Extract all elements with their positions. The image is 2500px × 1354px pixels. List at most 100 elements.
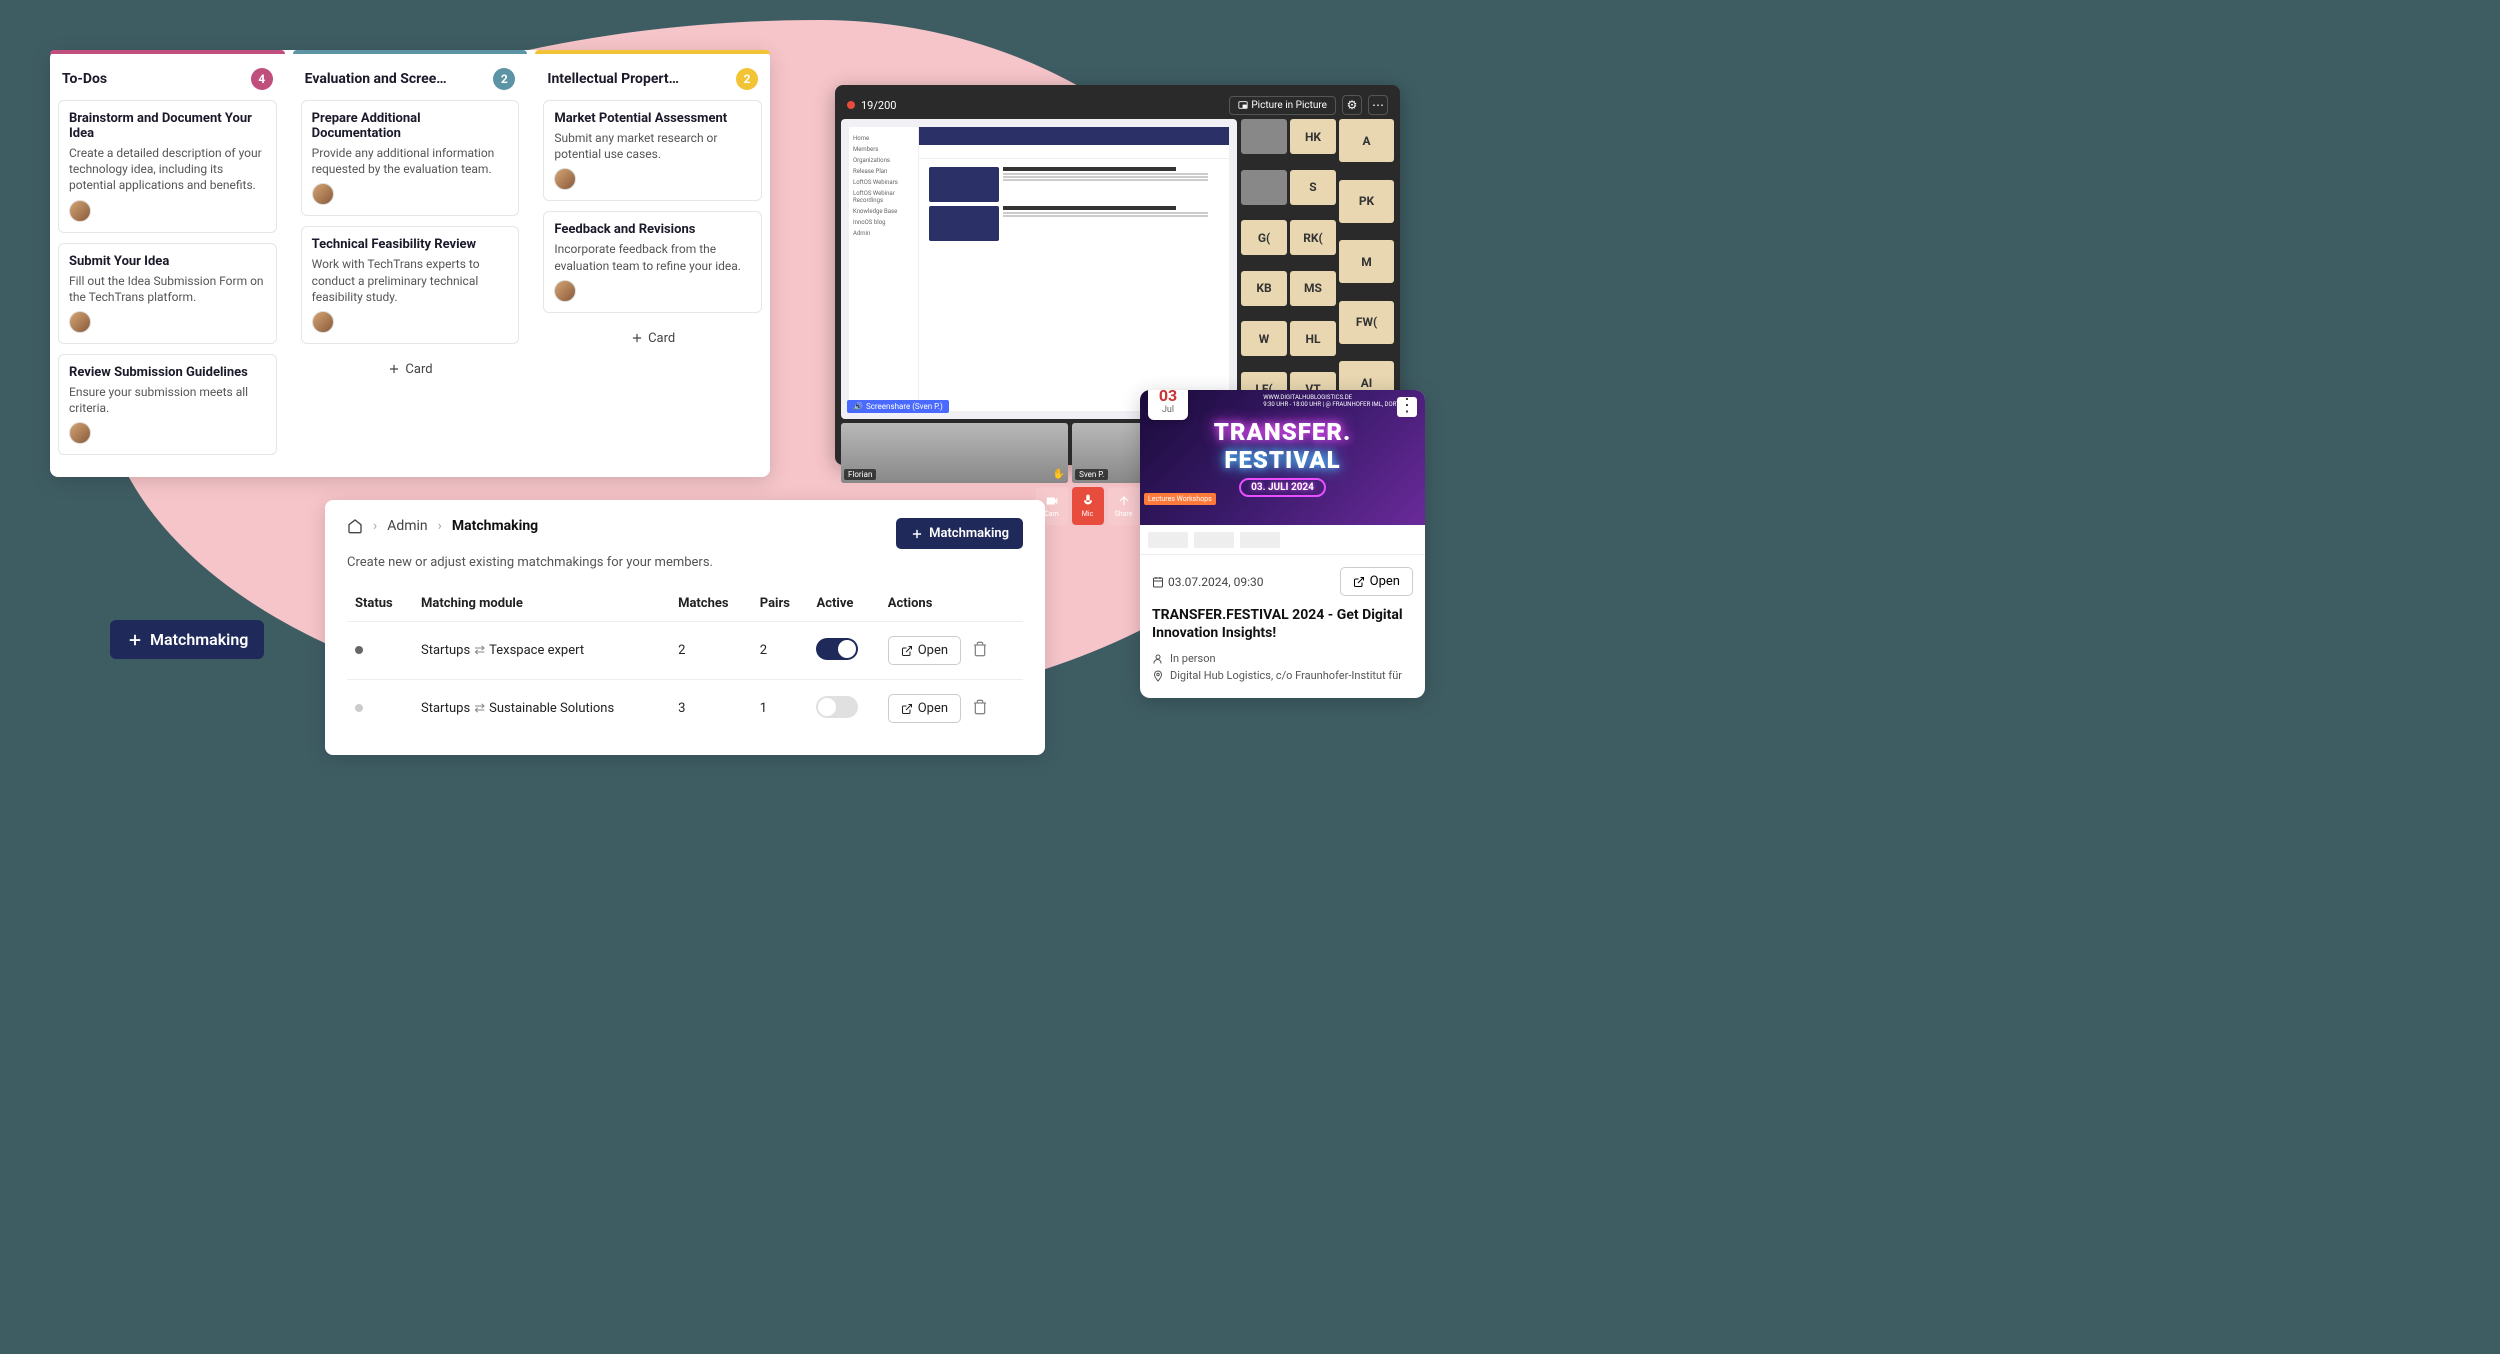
event-open-button[interactable]: Open [1340,567,1413,596]
table-row: Startups⇄Sustainable Solutions 3 1 Open [347,680,1023,738]
breadcrumb: › Admin › Matchmaking [347,518,538,534]
kanban-board: To-Dos 4 Brainstorm and Document Your Id… [50,50,770,477]
module-cell: Startups⇄Texspace expert [413,622,670,680]
matchmaking-float-button[interactable]: Matchmaking [110,620,264,659]
active-toggle[interactable] [816,696,858,718]
share-icon [1117,494,1131,508]
participant-tile[interactable]: A [1339,119,1394,162]
participant-tile[interactable] [1241,170,1287,205]
event-type: In person [1170,652,1216,665]
dots-icon: ⋯ [1372,98,1384,112]
settings-button[interactable]: ⚙ [1342,95,1362,115]
add-card-button[interactable]: Card [543,323,762,354]
column-count-badge: 2 [493,68,515,90]
participant-tile[interactable]: RK( [1290,220,1336,255]
hero-title-1: TRANSFER. [1214,418,1352,446]
column-title: Intellectual Propert… [547,71,679,87]
participant-tile[interactable]: PK [1339,180,1394,223]
avatar [69,200,91,222]
card-title: Submit Your Idea [69,254,266,269]
new-matchmaking-label: Matchmaking [929,526,1009,541]
participant-tile[interactable]: KB [1241,271,1287,306]
participant-grid: HK S G( RK( KB MS W HL LF( VT [1241,119,1336,419]
avatar [69,311,91,333]
kanban-card[interactable]: Technical Feasibility Review Work with T… [301,226,520,344]
participant-tile[interactable]: MS [1290,271,1336,306]
external-link-icon [901,645,913,657]
add-card-label: Card [405,362,432,377]
th-status: Status [347,586,413,622]
matchmaking-float-label: Matchmaking [150,630,248,649]
plus-icon [387,362,401,376]
kanban-card[interactable]: Market Potential Assessment Submit any m… [543,100,762,201]
th-active: Active [808,586,879,622]
hero-title-2: FESTIVAL [1224,446,1340,474]
card-desc: Work with TechTrans experts to conduct a… [312,256,509,305]
kanban-column-evaluation: Evaluation and Scree… 2 Prepare Addition… [293,50,528,477]
add-card-label: Card [648,331,675,346]
kanban-card[interactable]: Feedback and Revisions Incorporate feedb… [543,211,762,312]
pip-button[interactable]: Picture in Picture [1229,96,1336,115]
active-toggle[interactable] [816,638,858,660]
kanban-column-ip: Intellectual Propert… 2 Market Potential… [535,50,770,477]
external-link-icon [901,703,913,715]
table-row: Startups⇄Texspace expert 2 2 Open [347,622,1023,680]
delete-button[interactable] [972,646,988,661]
column-title: Evaluation and Scree… [305,71,447,87]
event-card: WWW.DIGITALHUBLOGISTICS.DE 9:30 UHR - 18… [1140,390,1425,698]
chevron-right-icon: › [438,518,442,534]
participant-tile[interactable]: S [1290,170,1336,205]
event-location: Digital Hub Logistics, c/o Fraunhofer-In… [1170,669,1402,682]
open-button[interactable]: Open [888,694,961,723]
card-title: Review Submission Guidelines [69,365,266,380]
cam-button[interactable]: Cam [1036,487,1068,525]
column-count-badge: 4 [251,68,273,90]
delete-button[interactable] [972,704,988,719]
more-button[interactable]: ⋯ [1368,95,1388,115]
th-matches: Matches [670,586,752,622]
share-button[interactable]: Share [1108,487,1140,525]
admin-panel: › Admin › Matchmaking Matchmaking Create… [325,500,1045,755]
open-button[interactable]: Open [888,636,961,665]
card-desc: Incorporate feedback from the evaluation… [554,241,751,273]
participant-tile[interactable]: W [1241,321,1287,356]
kanban-card[interactable]: Submit Your Idea Fill out the Idea Submi… [58,243,277,344]
admin-subtitle: Create new or adjust existing matchmakin… [347,555,1023,570]
kanban-card[interactable]: Brainstorm and Document Your Idea Create… [58,100,277,233]
mic-button[interactable]: Mic [1072,487,1104,525]
kanban-card[interactable]: Review Submission Guidelines Ensure your… [58,354,277,455]
participant-tile[interactable]: M [1339,240,1394,283]
swap-icon: ⇄ [474,643,485,658]
home-icon[interactable] [347,518,363,534]
th-actions: Actions [880,586,1023,622]
person-icon [1152,653,1164,665]
dots-vertical-icon: ⋮ [1398,395,1416,416]
swap-icon: ⇄ [474,701,485,716]
participant-tile[interactable]: HK [1290,119,1336,154]
plus-icon [126,631,144,649]
breadcrumb-admin[interactable]: Admin [387,518,427,534]
status-dot [355,704,363,712]
matches-cell: 3 [670,680,752,738]
card-title: Feedback and Revisions [554,222,751,237]
add-card-button[interactable]: Card [301,354,520,385]
card-title: Brainstorm and Document Your Idea [69,111,266,141]
camera-feed[interactable]: Florian ✋ [841,423,1068,483]
event-more-button[interactable]: ⋮ [1397,397,1417,417]
volume-icon: 🔊 [853,402,863,411]
card-desc: Submit any market research or potential … [554,130,751,162]
column-count-badge: 2 [736,68,758,90]
participant-tile[interactable]: HL [1290,321,1336,356]
date-badge: 03 Jul [1148,390,1188,420]
card-desc: Fill out the Idea Submission Form on the… [69,273,266,305]
card-title: Prepare Additional Documentation [312,111,509,141]
plus-icon [630,331,644,345]
participant-count: 19/200 [861,99,896,112]
participant-tile[interactable] [1241,119,1287,154]
participant-tile[interactable]: FW( [1339,301,1394,344]
participant-tile[interactable]: G( [1241,220,1287,255]
avatar [312,311,334,333]
pairs-cell: 1 [752,680,809,738]
kanban-card[interactable]: Prepare Additional Documentation Provide… [301,100,520,216]
hero-date: 03. JULI 2024 [1239,478,1326,497]
